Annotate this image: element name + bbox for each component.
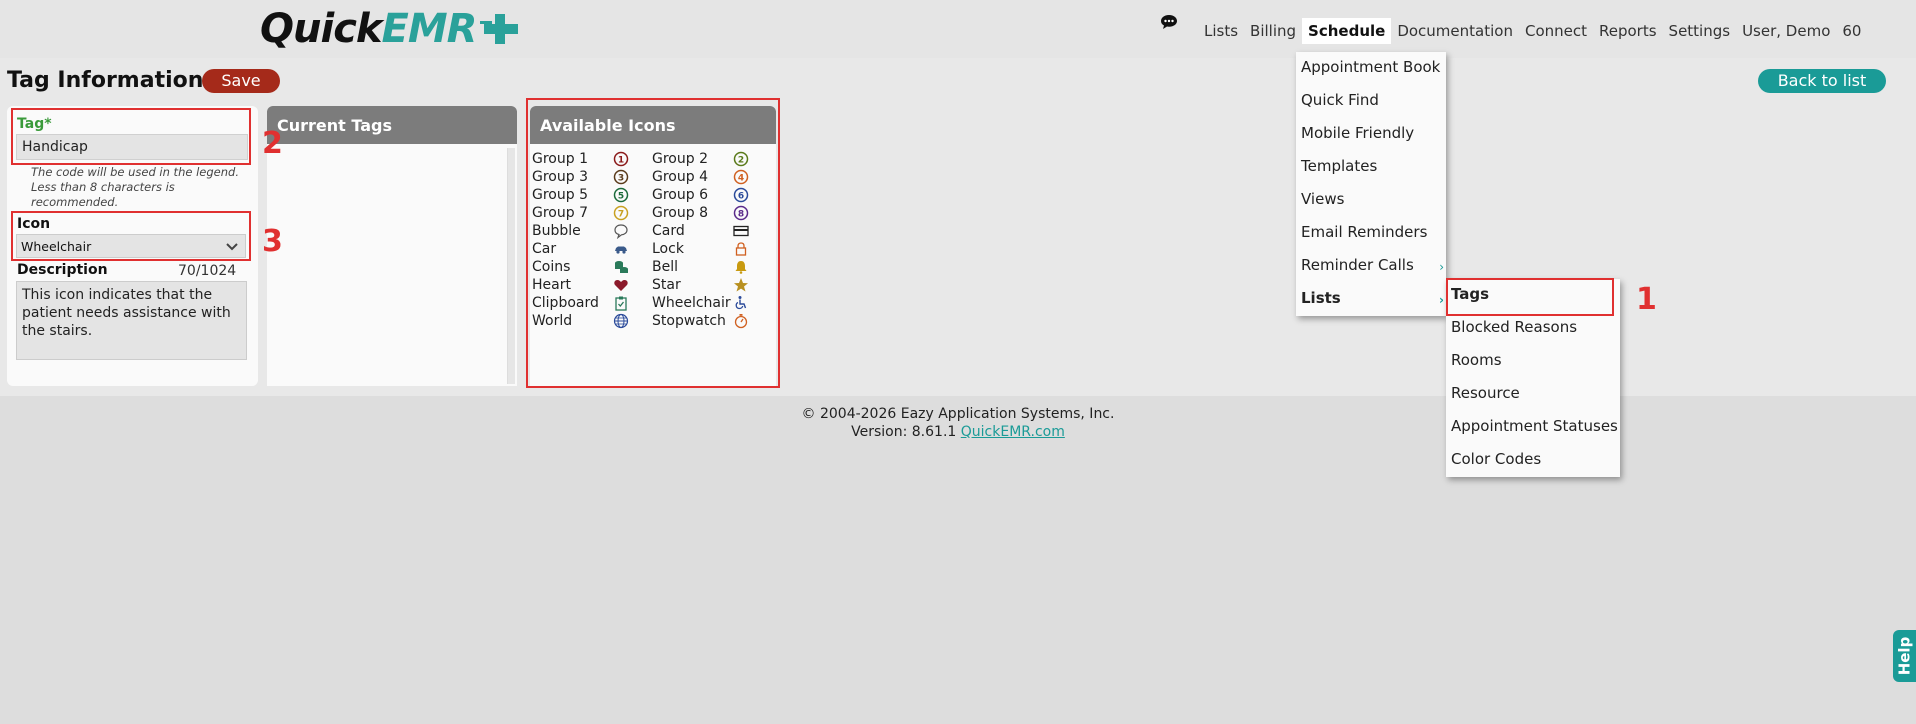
submenu-item-color-codes[interactable]: Color Codes xyxy=(1446,444,1620,477)
callout-3: 3 xyxy=(262,224,283,259)
version-line: Version: 8.61.1 QuickEMR.com xyxy=(0,423,1916,441)
description-textarea[interactable]: This icon indicates that the patient nee… xyxy=(16,281,247,360)
header-bar: Quick EMR Lists Billing Schedule Documen… xyxy=(0,0,1916,58)
version-text: Version: 8.61.1 xyxy=(851,424,961,440)
menu-item-label: Appointment Book xyxy=(1301,58,1441,76)
logo-emr-text: EMR xyxy=(381,6,478,52)
annotation-box-available-icons xyxy=(526,98,780,388)
annotation-box-tag xyxy=(11,108,251,165)
chat-icon[interactable] xyxy=(1160,14,1178,30)
help-tab[interactable]: Help xyxy=(1893,630,1916,682)
nav-settings[interactable]: Settings xyxy=(1663,18,1737,44)
chevron-right-icon: › xyxy=(1439,293,1444,307)
submenu-item-rooms[interactable]: Rooms xyxy=(1446,345,1620,378)
page-title: Tag Information xyxy=(7,68,204,93)
schedule-menu: Appointment Book Quick Find Mobile Frien… xyxy=(1296,52,1446,316)
submenu-item-appointment-statuses[interactable]: Appointment Statuses xyxy=(1446,411,1620,444)
save-button[interactable]: Save xyxy=(202,69,280,93)
quickemr-link[interactable]: QuickEMR.com xyxy=(961,424,1065,440)
callout-2: 2 xyxy=(262,126,283,161)
annotation-box-tags xyxy=(1446,278,1614,316)
nav-session-timer: 60 xyxy=(1842,22,1862,40)
submenu-item-resource[interactable]: Resource xyxy=(1446,378,1620,411)
quickemr-logo[interactable]: Quick EMR xyxy=(260,4,519,54)
copyright-text: © 2004-2026 Eazy Application Systems, In… xyxy=(801,406,1115,422)
menu-item-label: Views xyxy=(1301,190,1345,208)
menu-item-mobile-friendly[interactable]: Mobile Friendly xyxy=(1296,118,1446,151)
callout-1: 1 xyxy=(1636,282,1657,317)
menu-item-email-reminders[interactable]: Email Reminders xyxy=(1296,217,1446,250)
menu-item-lists[interactable]: Lists › xyxy=(1296,283,1446,316)
back-to-list-button[interactable]: Back to list xyxy=(1758,69,1886,93)
current-tags-scrollbar[interactable] xyxy=(507,148,515,384)
menu-item-label: Lists xyxy=(1301,289,1341,307)
nav-billing[interactable]: Billing xyxy=(1244,18,1302,44)
menu-item-label: Quick Find xyxy=(1301,91,1379,109)
current-tags-title: Current Tags xyxy=(267,106,517,144)
chevron-right-icon: › xyxy=(1439,260,1444,274)
menu-item-quick-find[interactable]: Quick Find xyxy=(1296,85,1446,118)
tag-hint: The code will be used in the legend. Les… xyxy=(31,165,239,209)
current-tags-panel: Current Tags xyxy=(267,106,517,386)
description-label: Description xyxy=(17,262,108,278)
nav-user[interactable]: User, Demo xyxy=(1736,18,1836,44)
nav-connect[interactable]: Connect xyxy=(1519,18,1593,44)
annotation-box-icon xyxy=(11,211,251,261)
nav-documentation[interactable]: Documentation xyxy=(1391,18,1519,44)
nav-schedule[interactable]: Schedule xyxy=(1302,18,1392,44)
menu-item-templates[interactable]: Templates xyxy=(1296,151,1446,184)
menu-item-label: Reminder Calls xyxy=(1301,256,1414,274)
help-label: Help xyxy=(1895,636,1914,676)
menu-item-label: Email Reminders xyxy=(1301,223,1428,241)
menu-item-label: Mobile Friendly xyxy=(1301,124,1415,142)
logo-quick-text: Quick xyxy=(260,6,383,52)
nav-lists[interactable]: Lists xyxy=(1198,18,1244,44)
nav-reports[interactable]: Reports xyxy=(1593,18,1663,44)
main-nav: Lists Billing Schedule Documentation Con… xyxy=(1198,18,1867,44)
menu-item-label: Templates xyxy=(1301,157,1378,175)
submenu-item-blocked-reasons[interactable]: Blocked Reasons xyxy=(1446,312,1620,345)
description-char-count: 70/1024 xyxy=(178,263,237,279)
menu-item-appointment-book[interactable]: Appointment Book xyxy=(1296,52,1446,85)
menu-item-reminder-calls[interactable]: Reminder Calls › xyxy=(1296,250,1446,283)
logo-plus-icon xyxy=(480,12,519,46)
footer: © 2004-2026 Eazy Application Systems, In… xyxy=(0,405,1916,441)
menu-item-views[interactable]: Views xyxy=(1296,184,1446,217)
